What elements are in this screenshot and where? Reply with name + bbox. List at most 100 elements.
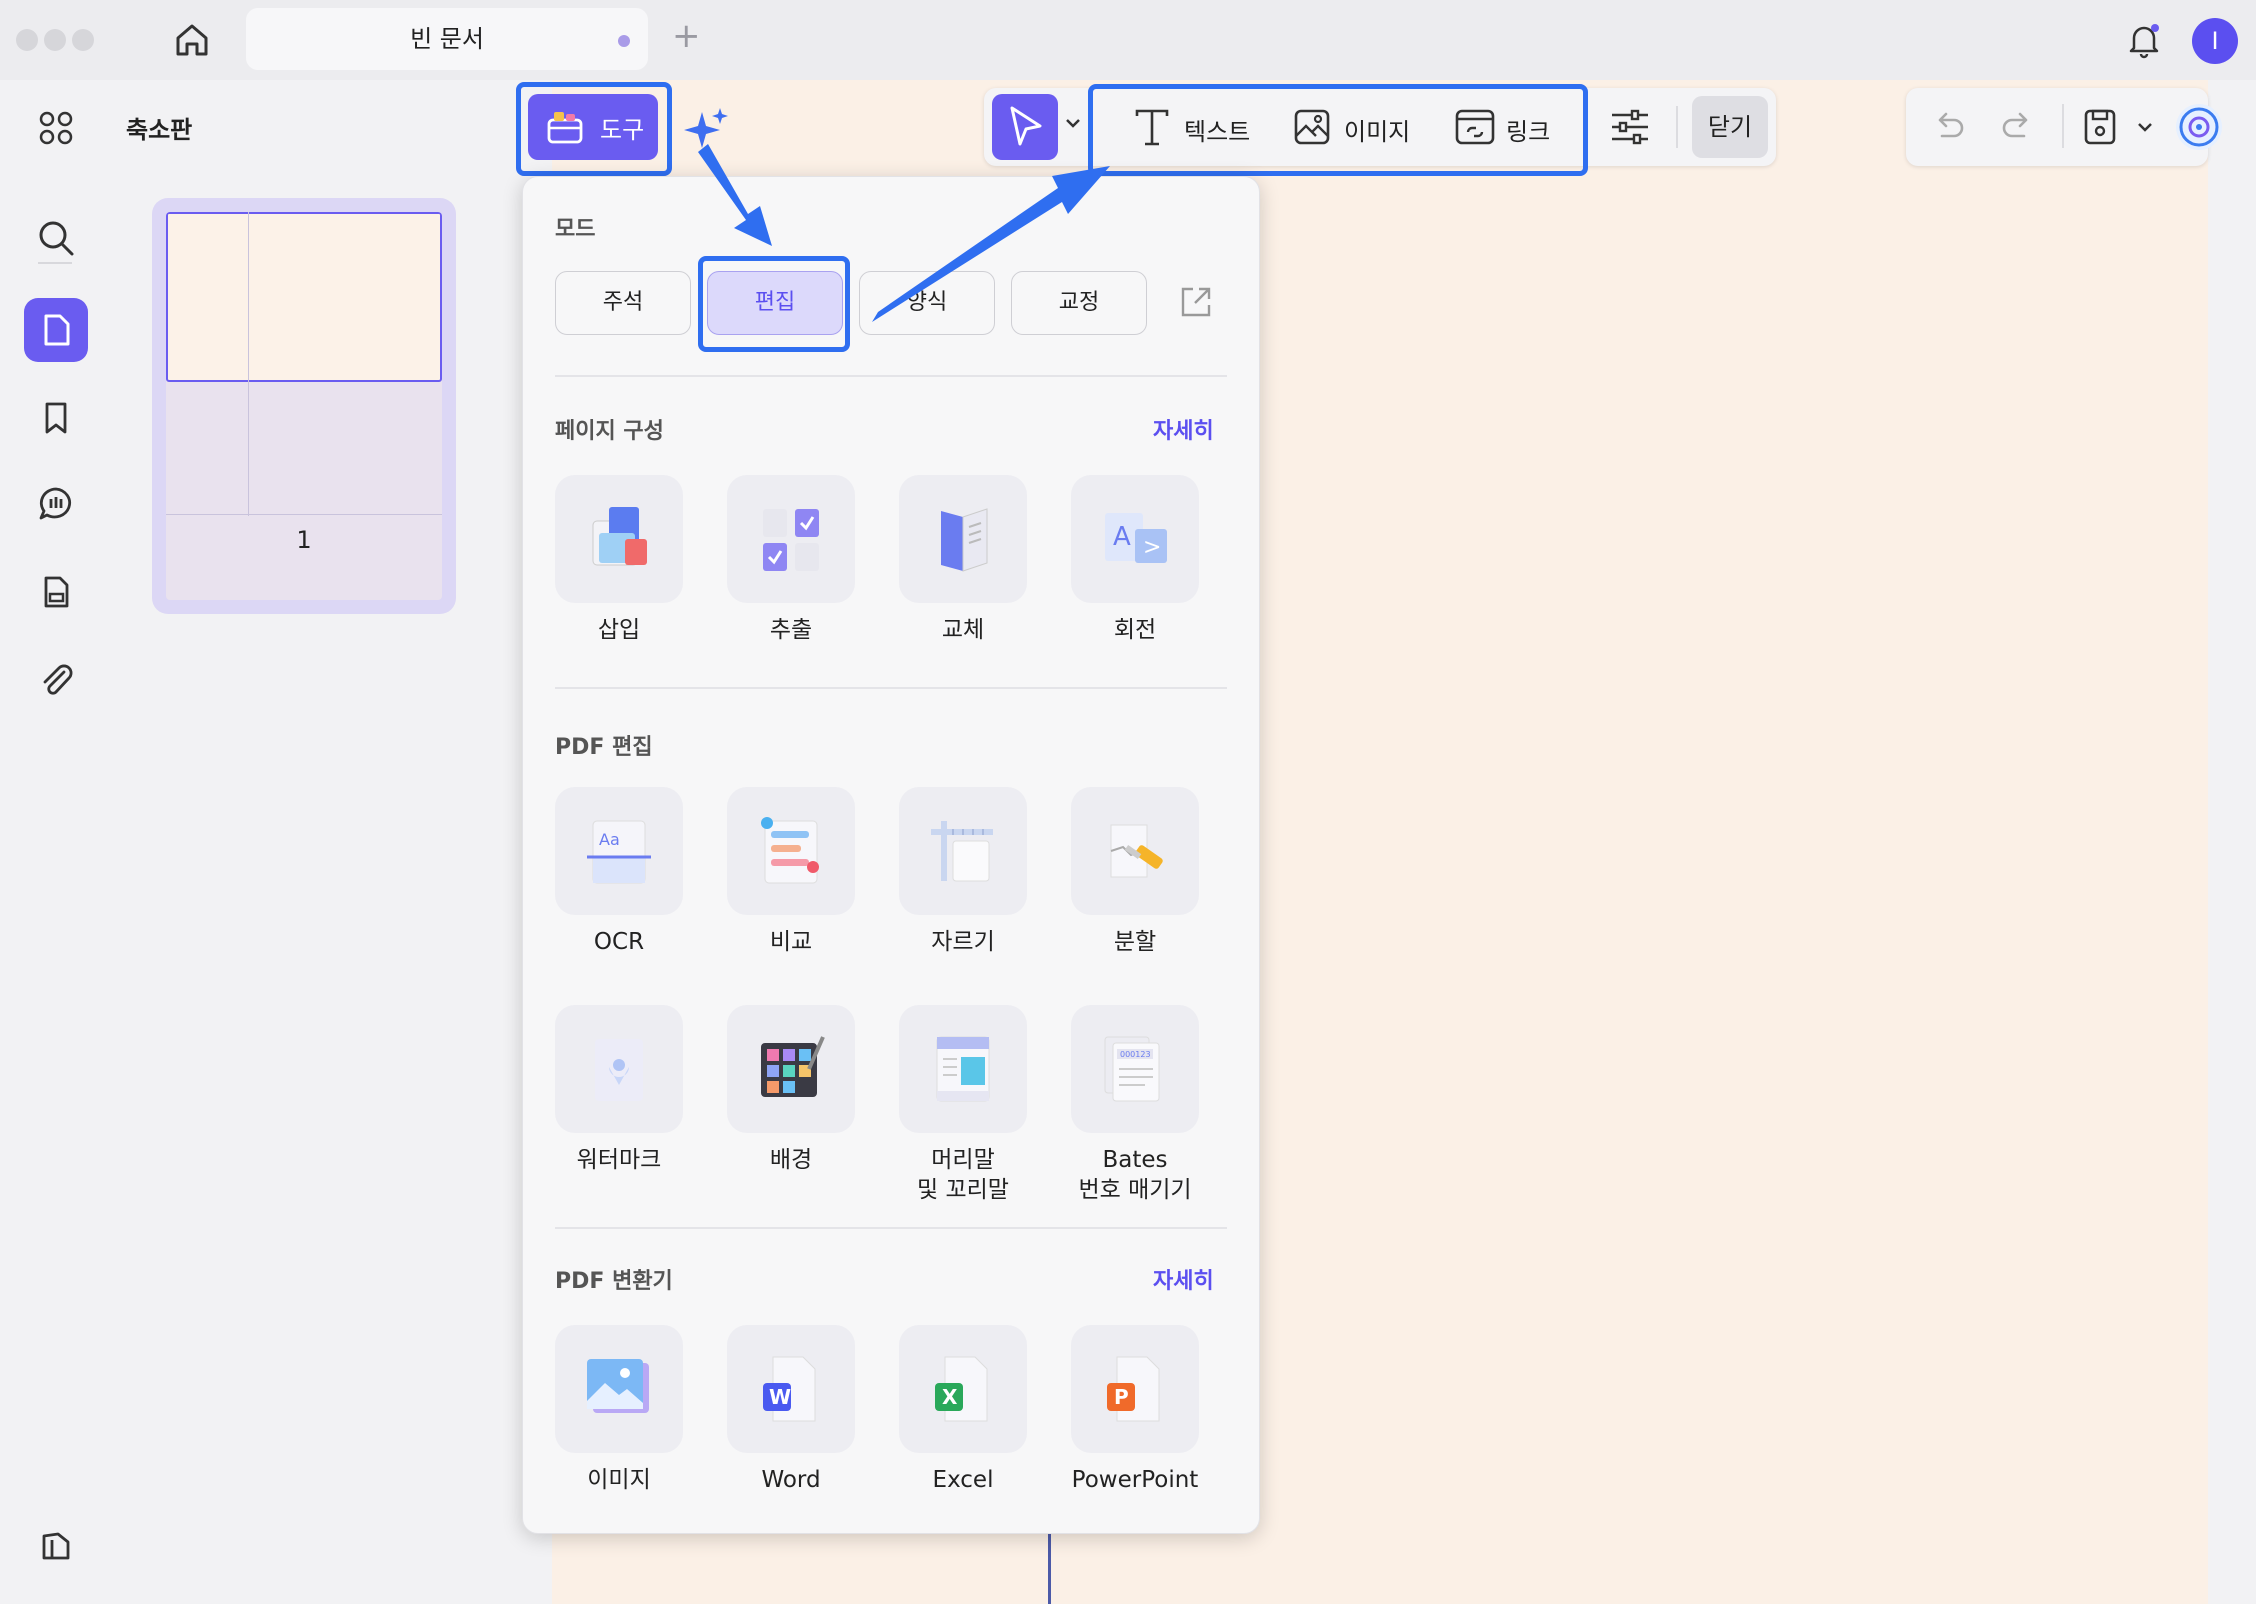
replace-tool-label: 교체 — [941, 617, 985, 643]
extract-pages-icon — [727, 475, 855, 603]
convert-excel-tool[interactable]: X Excel — [877, 1325, 1049, 1495]
split-tool-label: 분할 — [1113, 929, 1157, 955]
save-options-chevron-icon[interactable] — [2134, 116, 2156, 138]
word-icon: W — [727, 1325, 855, 1453]
tools-highlight-box — [516, 82, 672, 176]
background-icon — [727, 1005, 855, 1133]
convert-word-tool-label: Word — [761, 1467, 821, 1493]
svg-text:Aa: Aa — [599, 830, 620, 849]
header-footer-icon — [899, 1005, 1027, 1133]
close-edit-button[interactable]: 닫기 — [1692, 96, 1768, 158]
attachment-paperclip-icon[interactable] — [24, 648, 88, 712]
convert-word-tool[interactable]: W Word — [705, 1325, 877, 1495]
document-tab[interactable]: 빈 문서 — [246, 8, 648, 70]
open-external-icon[interactable] — [1177, 283, 1215, 321]
convert-powerpoint-tool[interactable]: P PowerPoint — [1049, 1325, 1221, 1495]
split-tool[interactable]: 분할 — [1049, 787, 1221, 957]
unsaved-dot-icon — [618, 35, 630, 47]
split-icon — [1071, 787, 1199, 915]
bookmark-icon[interactable] — [24, 386, 88, 450]
edit-mode-highlight-box — [698, 256, 850, 352]
excel-letter: X — [942, 1385, 958, 1409]
dropdown-divider — [555, 1227, 1227, 1229]
crop-icon — [899, 787, 1027, 915]
replace-tool[interactable]: 교체 — [877, 475, 1049, 645]
convert-section-more-link[interactable]: 자세히 — [1153, 1263, 1214, 1295]
user-avatar[interactable]: I — [2192, 18, 2238, 64]
ai-assistant-icon[interactable] — [2176, 104, 2222, 150]
svg-text:A: A — [1113, 522, 1131, 552]
powerpoint-letter: P — [1114, 1385, 1129, 1409]
word-letter: W — [769, 1385, 791, 1409]
convert-powerpoint-tool-label: PowerPoint — [1071, 1467, 1199, 1493]
header-footer-tool[interactable]: 머리말및 꼬리말 — [877, 1005, 1049, 1205]
chevron-down-icon[interactable] — [1062, 112, 1084, 134]
insert-pages-icon — [555, 475, 683, 603]
settings-sliders-icon[interactable] — [1608, 106, 1652, 148]
ai-sparkle-icon[interactable] — [682, 104, 732, 154]
window-close-control[interactable] — [16, 29, 38, 51]
edit-section-title: PDF 편집 — [555, 735, 653, 760]
watermark-tool[interactable]: 워터마크 — [533, 1005, 705, 1175]
excel-icon: X — [899, 1325, 1027, 1453]
undo-icon[interactable] — [1928, 106, 1968, 146]
mode-proofread-button[interactable]: 교정 — [1011, 271, 1147, 335]
mode-form-button[interactable]: 양식 — [859, 271, 995, 335]
ocr-tool-label: OCR — [593, 929, 645, 955]
home-icon[interactable] — [170, 18, 214, 62]
compare-tool-label: 비교 — [769, 929, 813, 955]
stamp-document-icon[interactable] — [24, 560, 88, 624]
rotate-tool[interactable]: A > 회전 — [1049, 475, 1221, 645]
convert-image-icon — [555, 1325, 683, 1453]
select-tool-button[interactable] — [992, 94, 1058, 160]
cursor-arrow-icon — [1010, 106, 1042, 146]
header-footer-line2: 및 꼬리말 — [917, 1177, 1009, 1203]
convert-image-tool[interactable]: 이미지 — [533, 1325, 705, 1495]
mode-annotate-button[interactable]: 주석 — [555, 271, 691, 335]
bates-line2: 번호 매기기 — [1078, 1177, 1192, 1203]
background-tool-label: 배경 — [769, 1147, 813, 1173]
replace-pages-icon — [899, 475, 1027, 603]
thumbnail-page-number: 1 — [296, 526, 312, 554]
thumbnail-row-line — [166, 514, 442, 515]
tab-title: 빈 문서 — [410, 25, 484, 53]
thumbnail-column-line — [248, 212, 249, 516]
thumbnail-visible-area — [166, 212, 442, 382]
left-navigation — [0, 80, 105, 1604]
header-footer-line1: 머리말 — [931, 1147, 995, 1173]
sidebar-toggle-icon[interactable] — [24, 1514, 88, 1578]
insert-tool[interactable]: 삽입 — [533, 475, 705, 645]
crop-tool-label: 자르기 — [931, 929, 995, 955]
window-zoom-control[interactable] — [72, 29, 94, 51]
rotate-pages-icon: A > — [1071, 475, 1199, 603]
svg-text:000123: 000123 — [1120, 1050, 1151, 1059]
new-tab-plus-icon[interactable]: + — [672, 16, 701, 56]
tools-dropdown-panel: 모드 주석 편집 양식 교정 페이지 구성 자세히 삽입 추출 교체 A > 회전… — [522, 176, 1260, 1534]
powerpoint-icon: P — [1071, 1325, 1199, 1453]
window-minimize-control[interactable] — [44, 29, 66, 51]
redo-icon[interactable] — [1998, 106, 2038, 146]
toolbar-divider — [1676, 106, 1678, 148]
crop-tool[interactable]: 자르기 — [877, 787, 1049, 957]
mode-section-title: 모드 — [555, 217, 596, 242]
bates-numbering-tool[interactable]: 000123 Bates 번호 매기기 — [1049, 1005, 1221, 1205]
background-tool[interactable]: 배경 — [705, 1005, 877, 1175]
notification-bell-icon[interactable] — [2122, 18, 2166, 62]
apps-grid-icon[interactable] — [24, 96, 88, 160]
thumbnails-page-icon[interactable] — [24, 298, 88, 362]
comments-icon[interactable] — [24, 472, 88, 536]
extract-tool[interactable]: 추출 — [705, 475, 877, 645]
watermark-icon — [555, 1005, 683, 1133]
svg-text:>: > — [1143, 535, 1161, 560]
ocr-tool[interactable]: Aa OCR — [533, 787, 705, 957]
insert-tool-label: 삽입 — [597, 617, 641, 643]
page-section-more-link[interactable]: 자세히 — [1153, 413, 1214, 445]
bates-numbering-icon: 000123 — [1071, 1005, 1199, 1133]
search-icon[interactable] — [24, 206, 88, 270]
rotate-tool-label: 회전 — [1113, 617, 1157, 643]
convert-excel-tool-label: Excel — [932, 1467, 994, 1493]
header-footer-tool-label: 머리말및 꼬리말 — [877, 1145, 1049, 1205]
save-icon[interactable] — [2080, 106, 2120, 148]
compare-tool[interactable]: 비교 — [705, 787, 877, 957]
thumbnails-title: 축소판 — [126, 116, 193, 144]
